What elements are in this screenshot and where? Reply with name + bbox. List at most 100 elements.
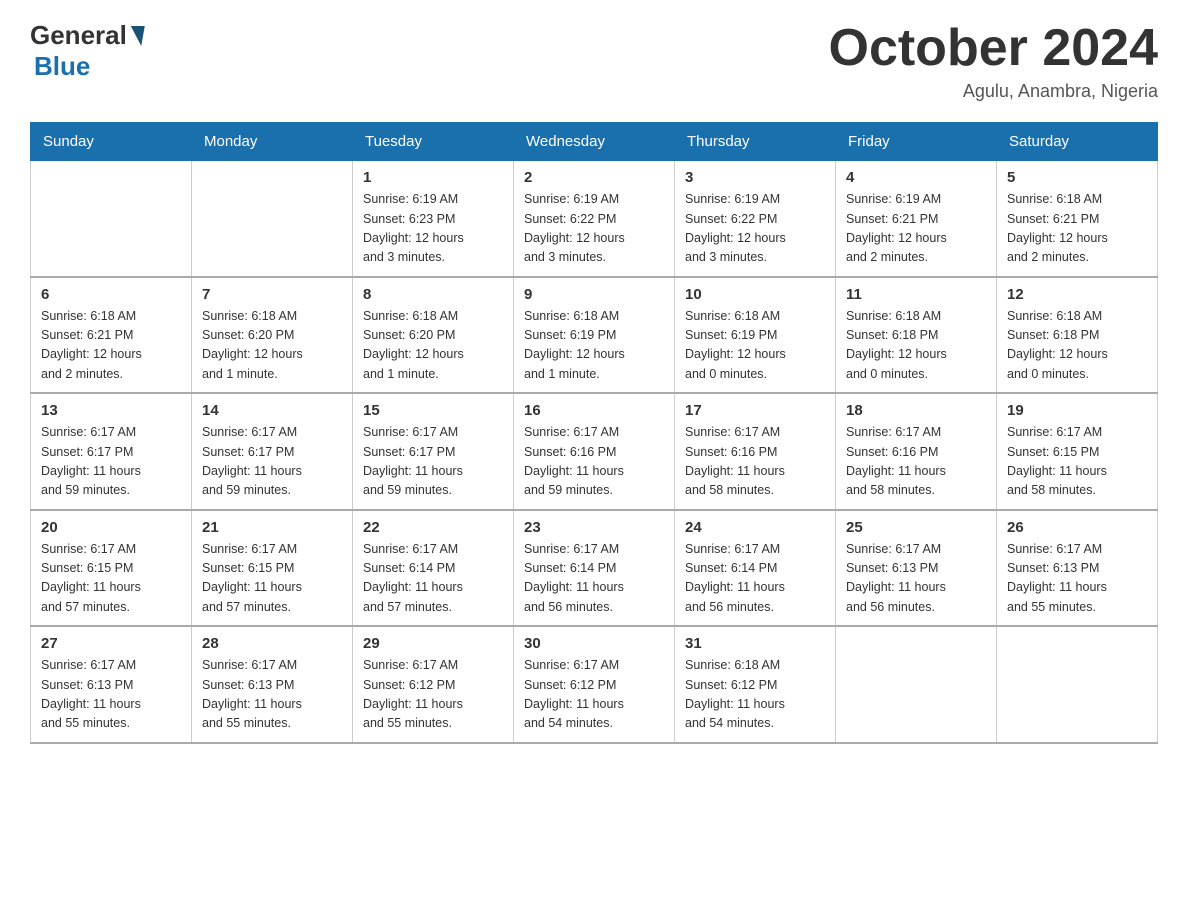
calendar-cell: 3 Sunrise: 6:19 AM Sunset: 6:22 PM Daylig… [675, 161, 836, 277]
calendar-cell: 10 Sunrise: 6:18 AM Sunset: 6:19 PM Dayli… [675, 277, 836, 394]
calendar-cell [192, 161, 353, 277]
day-number: 12 [1007, 286, 1147, 303]
day-number: 28 [202, 635, 342, 652]
day-info: Sunrise: 6:17 AM Sunset: 6:13 PM Dayligh… [202, 656, 342, 734]
day-info: Sunrise: 6:17 AM Sunset: 6:17 PM Dayligh… [363, 423, 503, 501]
day-info: Sunrise: 6:17 AM Sunset: 6:17 PM Dayligh… [41, 423, 181, 501]
calendar-cell [997, 626, 1158, 743]
calendar-cell: 15 Sunrise: 6:17 AM Sunset: 6:17 PM Dayli… [353, 393, 514, 510]
day-number: 9 [524, 286, 664, 303]
day-number: 1 [363, 169, 503, 186]
calendar-cell: 29Sunrise: 6:17 AM Sunset: 6:12 PM Dayli… [353, 626, 514, 743]
calendar-cell: 9 Sunrise: 6:18 AM Sunset: 6:19 PM Daylig… [514, 277, 675, 394]
day-number: 15 [363, 402, 503, 419]
day-number: 10 [685, 286, 825, 303]
calendar-body: 1 Sunrise: 6:19 AM Sunset: 6:23 PM Daylig… [31, 161, 1158, 743]
calendar-week-row: 20 Sunrise: 6:17 AM Sunset: 6:15 PM Dayli… [31, 510, 1158, 627]
calendar-cell: 12 Sunrise: 6:18 AM Sunset: 6:18 PM Dayli… [997, 277, 1158, 394]
day-info: Sunrise: 6:17 AM Sunset: 6:15 PM Dayligh… [41, 540, 181, 618]
day-info: Sunrise: 6:17 AM Sunset: 6:15 PM Dayligh… [1007, 423, 1147, 501]
day-info: Sunrise: 6:19 AM Sunset: 6:22 PM Dayligh… [685, 190, 825, 268]
day-info: Sunrise: 6:18 AM Sunset: 6:20 PM Dayligh… [202, 307, 342, 385]
calendar-week-row: 1 Sunrise: 6:19 AM Sunset: 6:23 PM Daylig… [31, 161, 1158, 277]
day-number: 21 [202, 519, 342, 536]
calendar-cell: 5 Sunrise: 6:18 AM Sunset: 6:21 PM Daylig… [997, 161, 1158, 277]
calendar-cell: 21 Sunrise: 6:17 AM Sunset: 6:15 PM Dayli… [192, 510, 353, 627]
day-number: 4 [846, 169, 986, 186]
day-info: Sunrise: 6:18 AM Sunset: 6:12 PM Dayligh… [685, 656, 825, 734]
day-number: 19 [1007, 402, 1147, 419]
day-number: 13 [41, 402, 181, 419]
day-number: 17 [685, 402, 825, 419]
day-number: 11 [846, 286, 986, 303]
calendar-cell: 7Sunrise: 6:18 AM Sunset: 6:20 PM Daylig… [192, 277, 353, 394]
day-number: 23 [524, 519, 664, 536]
day-info: Sunrise: 6:19 AM Sunset: 6:23 PM Dayligh… [363, 190, 503, 268]
day-number: 31 [685, 635, 825, 652]
calendar-week-row: 27 Sunrise: 6:17 AM Sunset: 6:13 PM Dayli… [31, 626, 1158, 743]
day-of-week-header: Sunday [31, 123, 192, 161]
day-info: Sunrise: 6:18 AM Sunset: 6:21 PM Dayligh… [1007, 190, 1147, 268]
month-title: October 2024 [829, 20, 1159, 77]
calendar-cell: 1 Sunrise: 6:19 AM Sunset: 6:23 PM Daylig… [353, 161, 514, 277]
logo-blue-text: Blue [34, 51, 90, 81]
calendar-cell: 25Sunrise: 6:17 AM Sunset: 6:13 PM Dayli… [836, 510, 997, 627]
day-info: Sunrise: 6:17 AM Sunset: 6:16 PM Dayligh… [524, 423, 664, 501]
day-number: 3 [685, 169, 825, 186]
calendar-cell: 18Sunrise: 6:17 AM Sunset: 6:16 PM Dayli… [836, 393, 997, 510]
calendar-cell: 6Sunrise: 6:18 AM Sunset: 6:21 PM Daylig… [31, 277, 192, 394]
calendar-cell: 14 Sunrise: 6:17 AM Sunset: 6:17 PM Dayli… [192, 393, 353, 510]
day-info: Sunrise: 6:17 AM Sunset: 6:16 PM Dayligh… [846, 423, 986, 501]
calendar-cell [31, 161, 192, 277]
calendar-cell: 16Sunrise: 6:17 AM Sunset: 6:16 PM Dayli… [514, 393, 675, 510]
calendar-cell: 17 Sunrise: 6:17 AM Sunset: 6:16 PM Dayli… [675, 393, 836, 510]
day-number: 20 [41, 519, 181, 536]
day-of-week-header: Monday [192, 123, 353, 161]
calendar-cell: 31 Sunrise: 6:18 AM Sunset: 6:12 PM Dayli… [675, 626, 836, 743]
calendar-cell: 27 Sunrise: 6:17 AM Sunset: 6:13 PM Dayli… [31, 626, 192, 743]
day-of-week-header: Wednesday [514, 123, 675, 161]
day-of-week-header: Friday [836, 123, 997, 161]
calendar-header: SundayMondayTuesdayWednesdayThursdayFrid… [31, 123, 1158, 161]
day-of-week-header: Thursday [675, 123, 836, 161]
calendar-cell: 8Sunrise: 6:18 AM Sunset: 6:20 PM Daylig… [353, 277, 514, 394]
calendar-cell: 28 Sunrise: 6:17 AM Sunset: 6:13 PM Dayli… [192, 626, 353, 743]
calendar-table: SundayMondayTuesdayWednesdayThursdayFrid… [30, 122, 1158, 744]
logo-text: General [30, 20, 145, 51]
day-info: Sunrise: 6:18 AM Sunset: 6:21 PM Dayligh… [41, 307, 181, 385]
day-number: 26 [1007, 519, 1147, 536]
day-info: Sunrise: 6:18 AM Sunset: 6:18 PM Dayligh… [846, 307, 986, 385]
day-number: 30 [524, 635, 664, 652]
day-info: Sunrise: 6:17 AM Sunset: 6:12 PM Dayligh… [524, 656, 664, 734]
day-info: Sunrise: 6:18 AM Sunset: 6:19 PM Dayligh… [685, 307, 825, 385]
calendar-cell: 23 Sunrise: 6:17 AM Sunset: 6:14 PM Dayli… [514, 510, 675, 627]
day-number: 27 [41, 635, 181, 652]
calendar-cell: 13 Sunrise: 6:17 AM Sunset: 6:17 PM Dayli… [31, 393, 192, 510]
day-info: Sunrise: 6:17 AM Sunset: 6:13 PM Dayligh… [1007, 540, 1147, 618]
day-info: Sunrise: 6:17 AM Sunset: 6:14 PM Dayligh… [524, 540, 664, 618]
page-header: General Blue October 2024 Agulu, Anambra… [30, 20, 1158, 102]
calendar-cell [836, 626, 997, 743]
day-number: 14 [202, 402, 342, 419]
day-info: Sunrise: 6:19 AM Sunset: 6:22 PM Dayligh… [524, 190, 664, 268]
calendar-cell: 2 Sunrise: 6:19 AM Sunset: 6:22 PM Daylig… [514, 161, 675, 277]
day-info: Sunrise: 6:17 AM Sunset: 6:12 PM Dayligh… [363, 656, 503, 734]
day-info: Sunrise: 6:17 AM Sunset: 6:17 PM Dayligh… [202, 423, 342, 501]
day-number: 22 [363, 519, 503, 536]
calendar-cell: 4Sunrise: 6:19 AM Sunset: 6:21 PM Daylig… [836, 161, 997, 277]
day-info: Sunrise: 6:17 AM Sunset: 6:14 PM Dayligh… [685, 540, 825, 618]
location: Agulu, Anambra, Nigeria [829, 81, 1159, 102]
day-info: Sunrise: 6:18 AM Sunset: 6:18 PM Dayligh… [1007, 307, 1147, 385]
calendar-week-row: 6Sunrise: 6:18 AM Sunset: 6:21 PM Daylig… [31, 277, 1158, 394]
day-info: Sunrise: 6:17 AM Sunset: 6:16 PM Dayligh… [685, 423, 825, 501]
logo: General Blue [30, 20, 145, 82]
calendar-cell: 20 Sunrise: 6:17 AM Sunset: 6:15 PM Dayli… [31, 510, 192, 627]
day-of-week-header: Saturday [997, 123, 1158, 161]
day-number: 5 [1007, 169, 1147, 186]
day-info: Sunrise: 6:17 AM Sunset: 6:15 PM Dayligh… [202, 540, 342, 618]
day-of-week-header: Tuesday [353, 123, 514, 161]
day-number: 2 [524, 169, 664, 186]
day-number: 8 [363, 286, 503, 303]
day-info: Sunrise: 6:17 AM Sunset: 6:13 PM Dayligh… [41, 656, 181, 734]
day-info: Sunrise: 6:18 AM Sunset: 6:19 PM Dayligh… [524, 307, 664, 385]
